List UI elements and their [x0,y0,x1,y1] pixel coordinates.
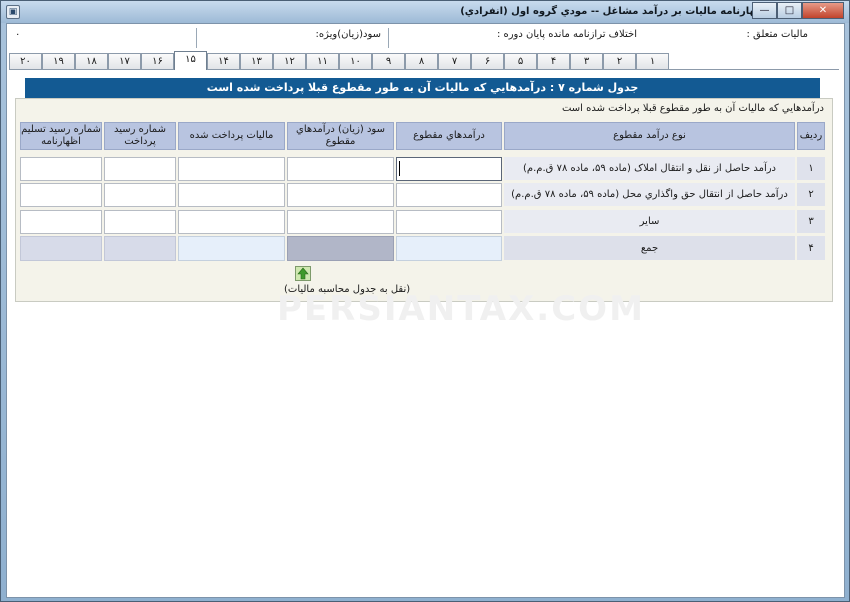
maximize-button[interactable]: □ [777,2,802,19]
filing-receipt-input[interactable] [20,183,102,207]
tab-7[interactable]: ۷ [438,53,471,69]
income-input[interactable] [396,210,502,234]
col-header-filing-receipt: شماره رسيد تسليم اظهارنامه [20,122,102,150]
watermark: PERSIANTAX.COM [277,289,645,329]
tab-8[interactable]: ۸ [405,53,438,69]
total-profit-field [287,236,394,261]
client-area: ماليات متعلق : ۰ سود(زيان)ويژه: اختلاف ت… [6,23,845,598]
title-bar: ▣ اظهارنامه ماليات بر درآمد مشاغل -- مود… [1,1,849,23]
col-header-receipt: شماره رسيد پرداخت [104,122,176,150]
filing-receipt-input[interactable] [20,210,102,234]
tab-18[interactable]: ۱۸ [75,53,108,69]
tab-6[interactable]: ۶ [471,53,504,69]
tab-12[interactable]: ۱۲ [273,53,306,69]
income-input[interactable] [396,183,502,207]
total-income-field [396,236,502,261]
receipt-input[interactable] [104,183,176,207]
tab-16[interactable]: ۱۶ [141,53,174,69]
total-filing-receipt-field [20,236,102,261]
tab-4[interactable]: ۴ [537,53,570,69]
row-number: ۱ [797,157,825,180]
tab-14[interactable]: ۱۴ [207,53,240,69]
tab-20[interactable]: ۲۰ [9,53,42,69]
tab-3[interactable]: ۳ [570,53,603,69]
row-number: ۲ [797,183,825,206]
filing-receipt-input[interactable] [20,157,102,181]
receipt-input[interactable] [104,210,176,234]
tab-15[interactable]: ۱۵ [174,51,207,70]
row-label: درآمد حاصل از نقل و انتقال املاک (ماده ۵… [504,157,795,180]
tab-13[interactable]: ۱۳ [240,53,273,69]
tab-strip: ۱ ۲ ۳ ۴ ۵ ۶ ۷ ۸ ۹ ۱۰ ۱۱ ۱۲ ۱۳ ۱۴ ۱۵ ۱۶ ۱… [9,51,839,70]
total-tax-paid-field [178,236,285,261]
tab-2[interactable]: ۲ [603,53,636,69]
col-header-row: رديف [797,122,825,150]
total-label: جمع [504,236,795,260]
transfer-button[interactable] [295,266,311,281]
special-profit-label: سود(زيان)ويژه: [315,29,381,40]
tax-due-value: ۰ [15,29,21,40]
tab-19[interactable]: ۱۹ [42,53,75,69]
window-icon[interactable]: ▣ [6,5,20,19]
profit-input[interactable] [287,210,394,234]
tax-due-label: ماليات متعلق : [746,29,808,40]
row-number: ۳ [797,210,825,233]
app-window: ▣ اظهارنامه ماليات بر درآمد مشاغل -- مود… [0,0,850,602]
tab-10[interactable]: ۱۰ [339,53,372,69]
tax-paid-input[interactable] [178,183,285,207]
income-input[interactable] [396,157,502,181]
tax-paid-input[interactable] [178,157,285,181]
window-controls: — □ ✕ [752,2,844,20]
col-header-profit: سود (زيان) درآمدهاي مقطوع [287,122,394,150]
tab-1[interactable]: ۱ [636,53,669,69]
transfer-label[interactable]: (نقل به جدول محاسبه ماليات) [284,284,410,295]
close-button[interactable]: ✕ [802,2,844,19]
col-header-tax-paid: ماليات پرداخت شده [178,122,285,150]
row-number: ۴ [797,236,825,260]
form-heading: جدول شماره ۷ : درآمدهايي که ماليات آن به… [25,78,820,98]
up-arrow-icon [296,267,310,280]
total-receipt-field [104,236,176,261]
col-header-income: درآمدهاي مقطوع [396,122,502,150]
tab-9[interactable]: ۹ [372,53,405,69]
profit-input[interactable] [287,183,394,207]
tab-17[interactable]: ۱۷ [108,53,141,69]
row-label: درآمد حاصل از انتقال حق واگذاري محل (ماد… [504,183,795,206]
balance-diff-label: اختلاف ترازنامه مانده پايان دوره : [496,29,637,40]
window-title: اظهارنامه ماليات بر درآمد مشاغل -- مودي … [460,6,769,17]
minimize-button[interactable]: — [752,2,777,19]
tab-11[interactable]: ۱۱ [306,53,339,69]
row-label: ساير [504,210,795,233]
summary-row: ماليات متعلق : ۰ سود(زيان)ويژه: اختلاف ت… [7,26,833,48]
tab-5[interactable]: ۵ [504,53,537,69]
tax-paid-input[interactable] [178,210,285,234]
col-header-type: نوع درآمد مقطوع [504,122,795,150]
form-subtitle: درآمدهايي که ماليات آن به طور مقطوع قبلا… [561,103,824,114]
receipt-input[interactable] [104,157,176,181]
profit-input[interactable] [287,157,394,181]
